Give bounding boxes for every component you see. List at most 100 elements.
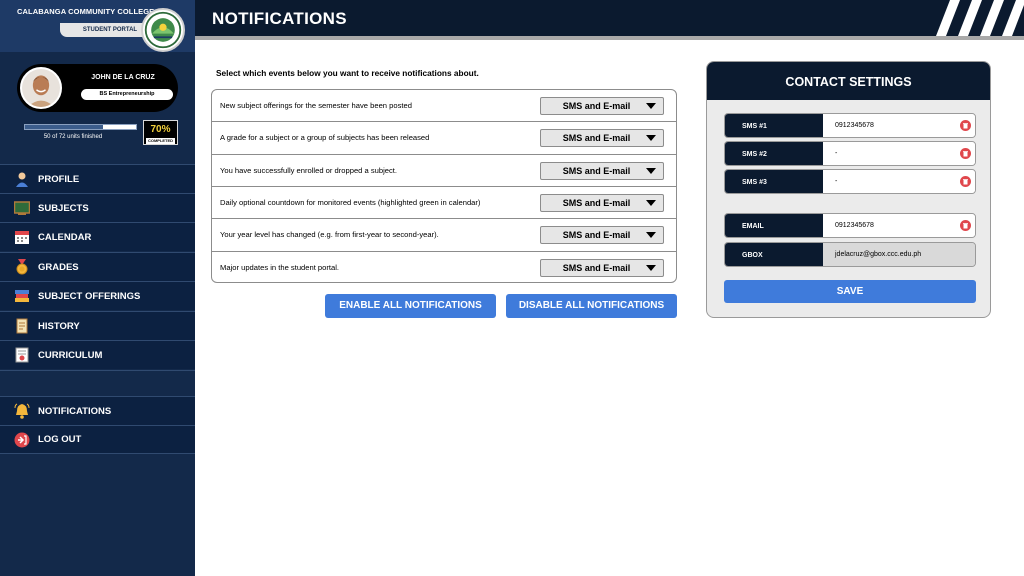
event-description: You have successfully enrolled or droppe… <box>220 165 398 175</box>
top-bar: NOTIFICATIONS <box>195 0 1024 36</box>
sms1-field: SMS #1 0912345678 <box>724 113 976 138</box>
save-button[interactable]: SAVE <box>724 280 976 303</box>
dropdown-caret-icon <box>646 135 656 142</box>
completed-label: COMPLETED <box>146 138 175 144</box>
books-icon <box>14 288 30 304</box>
notification-events-list: New subject offerings for the semester h… <box>211 89 677 283</box>
field-label: EMAIL <box>725 214 823 237</box>
sidebar-item-label: PROFILE <box>38 173 80 185</box>
select-value: SMS and E-mail <box>562 133 631 144</box>
select-value: SMS and E-mail <box>562 197 631 208</box>
sidebar-item-curriculum[interactable]: CURRICULUM <box>0 340 195 369</box>
event-row: Daily optional countdown for monitored e… <box>212 187 676 220</box>
trash-icon <box>963 223 968 229</box>
delete-sms2-button[interactable] <box>960 148 971 159</box>
event-description: Major updates in the student portal. <box>220 263 340 273</box>
units-progress-fill <box>25 125 103 129</box>
dropdown-caret-icon <box>646 264 656 271</box>
trash-icon <box>963 179 968 185</box>
sidebar-item-label: CURRICULUM <box>38 349 103 361</box>
medal-icon <box>14 259 30 275</box>
sidebar-item-label: GRADES <box>38 261 79 273</box>
certificate-icon <box>14 347 30 363</box>
gbox-value: jdelacruz@gbox.ccc.edu.ph <box>823 243 975 266</box>
dropdown-caret-icon <box>646 199 656 206</box>
student-name: JOHN DE LA CRUZ <box>91 74 155 81</box>
trash-icon <box>963 151 968 157</box>
sidebar-item-subjects[interactable]: SUBJECTS <box>0 193 195 222</box>
dropdown-caret-icon <box>646 232 656 239</box>
event-row: Your year level has changed (e.g. from f… <box>212 219 676 252</box>
event-channel-select[interactable]: SMS and E-mail <box>540 129 664 148</box>
college-seal-logo <box>141 8 185 52</box>
event-description: A grade for a subject or a group of subj… <box>220 133 430 143</box>
decorative-stripes <box>936 0 1024 36</box>
email-input[interactable]: 0912345678 <box>823 214 975 237</box>
event-row: A grade for a subject or a group of subj… <box>212 122 676 155</box>
contact-settings-panel: CONTACT SETTINGS SMS #1 0912345678 SMS #… <box>706 61 991 318</box>
event-row: You have successfully enrolled or droppe… <box>212 155 676 187</box>
enable-all-notifications-button[interactable]: ENABLE ALL NOTIFICATIONS <box>325 294 496 318</box>
field-label: SMS #2 <box>725 142 823 165</box>
profile-card: JOHN DE LA CRUZ BS Entrepreneurship <box>17 64 178 112</box>
sms3-input[interactable]: - <box>823 170 975 193</box>
program-badge: BS Entrepreneurship <box>81 89 173 100</box>
event-description: New subject offerings for the semester h… <box>220 101 412 111</box>
select-value: SMS and E-mail <box>562 165 631 176</box>
sidebar-item-history[interactable]: HISTORY <box>0 311 195 340</box>
completion-percent: 70% <box>150 124 171 135</box>
dropdown-caret-icon <box>646 167 656 174</box>
sms1-input[interactable]: 0912345678 <box>823 114 975 137</box>
event-channel-select[interactable]: SMS and E-mail <box>540 258 664 277</box>
sidebar-item-notifications[interactable]: NOTIFICATIONS <box>0 396 195 425</box>
profile-icon <box>14 171 30 187</box>
email-field: EMAIL 0912345678 <box>724 213 976 238</box>
sidebar-header: CALABANGA COMMUNITY COLLEGE STUDENT PORT… <box>0 0 195 52</box>
sidebar-item-calendar[interactable]: CALENDAR <box>0 222 195 251</box>
trash-icon <box>963 123 968 129</box>
page-title: NOTIFICATIONS <box>212 9 347 28</box>
event-channel-select[interactable]: SMS and E-mail <box>540 226 664 245</box>
sidebar-item-label: CALENDAR <box>38 231 92 243</box>
logout-icon <box>14 432 30 448</box>
event-description: Daily optional countdown for monitored e… <box>220 198 481 208</box>
delete-sms1-button[interactable] <box>960 120 971 131</box>
sidebar-item-label: HISTORY <box>38 320 80 332</box>
sms2-field: SMS #2 - <box>724 141 976 166</box>
top-bar-divider <box>195 36 1024 40</box>
event-row: New subject offerings for the semester h… <box>212 90 676 123</box>
chalkboard-icon <box>14 200 30 216</box>
select-value: SMS and E-mail <box>562 262 631 273</box>
event-channel-select[interactable]: SMS and E-mail <box>540 193 664 212</box>
event-description: Your year level has changed (e.g. from f… <box>220 230 439 240</box>
sidebar-item-grades[interactable]: GRADES <box>0 252 195 281</box>
scroll-icon <box>14 318 30 334</box>
sidebar-item-label: SUBJECT OFFERINGS <box>38 290 141 302</box>
disable-all-notifications-button[interactable]: DISABLE ALL NOTIFICATIONS <box>506 294 677 318</box>
units-finished-text: 50 of 72 units finished <box>43 134 103 140</box>
event-channel-select[interactable]: SMS and E-mail <box>540 97 664 115</box>
delete-email-button[interactable] <box>960 220 971 231</box>
college-name: CALABANGA COMMUNITY COLLEGE <box>17 7 155 16</box>
sidebar-item-logout[interactable]: LOG OUT <box>0 425 195 454</box>
sidebar-item-profile[interactable]: PROFILE <box>0 164 195 193</box>
avatar[interactable] <box>20 67 62 109</box>
sidebar-item-label: LOG OUT <box>38 434 82 445</box>
select-value: SMS and E-mail <box>562 230 631 241</box>
event-channel-select[interactable]: SMS and E-mail <box>540 161 664 180</box>
bell-icon <box>14 403 30 419</box>
delete-sms3-button[interactable] <box>960 176 971 187</box>
contact-settings-title: CONTACT SETTINGS <box>707 62 990 100</box>
field-label: SMS #3 <box>725 170 823 193</box>
select-value: SMS and E-mail <box>562 101 631 111</box>
field-label: SMS #1 <box>725 114 823 137</box>
field-label: GBOX <box>725 243 823 266</box>
dropdown-caret-icon <box>646 103 656 109</box>
sidebar: CALABANGA COMMUNITY COLLEGE STUDENT PORT… <box>0 0 195 576</box>
notifications-intro: Select which events below you want to re… <box>216 68 479 78</box>
sidebar-item-subject-offerings[interactable]: SUBJECT OFFERINGS <box>0 281 195 310</box>
units-progress-bar <box>24 124 137 130</box>
sidebar-item-label: SUBJECTS <box>38 202 89 214</box>
event-row: Major updates in the student portal. SMS… <box>212 252 676 282</box>
sms2-input[interactable]: - <box>823 142 975 165</box>
